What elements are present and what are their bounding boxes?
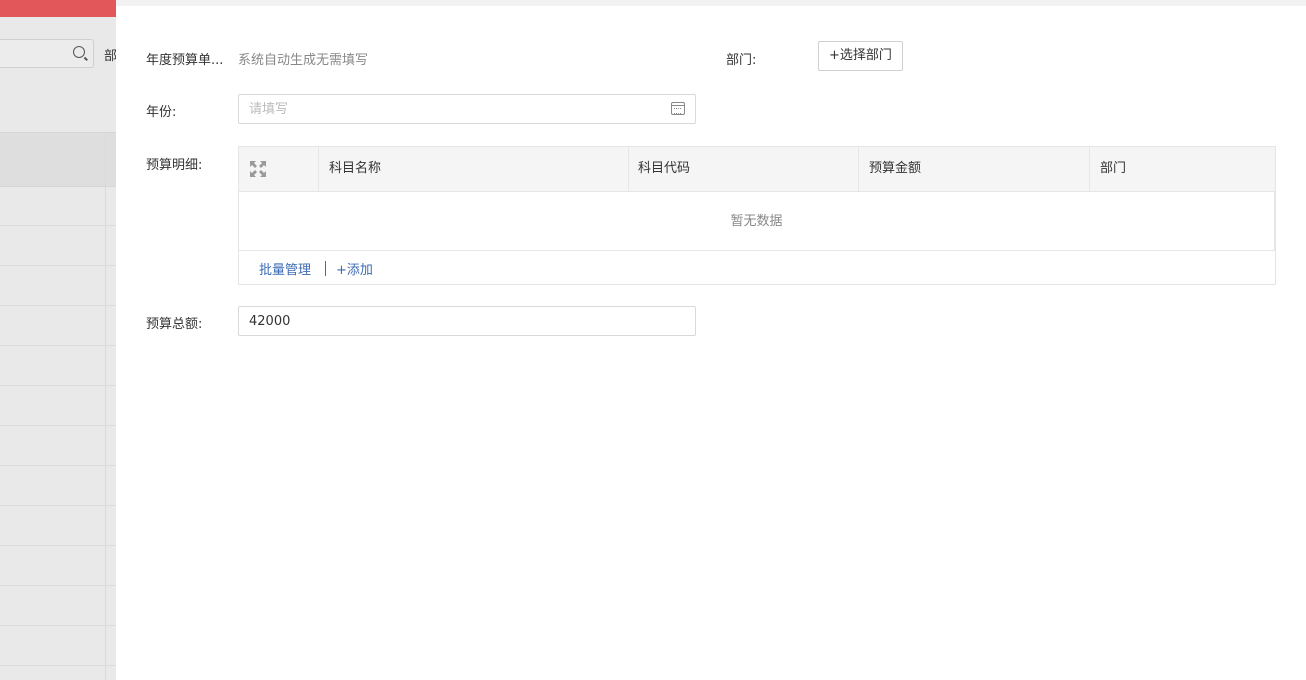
table-actions: 批量管理 +添加 bbox=[239, 252, 373, 285]
empty-placeholder: 暂无数据 bbox=[239, 192, 1275, 251]
background-row-divider bbox=[0, 665, 116, 666]
year-input[interactable] bbox=[238, 94, 696, 124]
background-row-divider bbox=[0, 505, 116, 506]
budget-drawer: 年度预算单... 系统自动生成无需填写 部门: +选择部门 年份: 预算明细: … bbox=[116, 0, 1306, 680]
detail-label: 预算明细: bbox=[146, 158, 203, 173]
dept-label: 部门: bbox=[726, 53, 757, 68]
background-column-divider bbox=[105, 132, 106, 680]
background-page: 部 bbox=[0, 0, 116, 680]
batch-manage-link[interactable]: 批量管理 bbox=[259, 259, 311, 278]
background-table-header bbox=[0, 132, 116, 187]
background-filter-label: 部 bbox=[104, 49, 116, 64]
background-row-divider bbox=[0, 465, 116, 466]
background-row-divider bbox=[0, 585, 116, 586]
doc-no-label: 年度预算单... bbox=[146, 53, 224, 68]
year-label: 年份: bbox=[146, 105, 177, 120]
column-header-subject-code: 科目代码 bbox=[628, 147, 859, 191]
background-row-divider bbox=[0, 345, 116, 346]
column-header-budget-amount: 预算金额 bbox=[859, 147, 1090, 191]
background-topbar bbox=[0, 0, 116, 17]
background-row-divider bbox=[0, 625, 116, 626]
background-row-divider bbox=[0, 545, 116, 546]
background-row-divider bbox=[0, 265, 116, 266]
doc-no-value: 系统自动生成无需填写 bbox=[238, 53, 369, 68]
add-row-link[interactable]: +添加 bbox=[336, 259, 373, 278]
drawer-top-strip bbox=[116, 0, 1306, 6]
background-row-divider bbox=[0, 385, 116, 386]
background-row-divider bbox=[0, 305, 116, 306]
background-row-divider bbox=[0, 225, 116, 226]
total-label: 预算总额: bbox=[146, 317, 203, 332]
search-icon[interactable] bbox=[73, 46, 85, 58]
calendar-icon[interactable] bbox=[671, 102, 685, 115]
background-row-divider bbox=[0, 425, 116, 426]
expand-column bbox=[239, 147, 319, 191]
column-header-subject-name: 科目名称 bbox=[319, 147, 629, 191]
total-amount-input[interactable] bbox=[238, 306, 696, 336]
table-header: 科目名称 科目代码 预算金额 部门 bbox=[239, 147, 1275, 192]
expand-icon[interactable] bbox=[249, 160, 267, 178]
background-search-input[interactable] bbox=[0, 39, 94, 68]
action-divider bbox=[325, 261, 327, 276]
budget-detail-table: 科目名称 科目代码 预算金额 部门 暂无数据 批量管理 +添加 bbox=[238, 146, 1276, 285]
select-dept-button[interactable]: +选择部门 bbox=[818, 41, 903, 71]
column-header-dept: 部门 bbox=[1100, 161, 1127, 176]
